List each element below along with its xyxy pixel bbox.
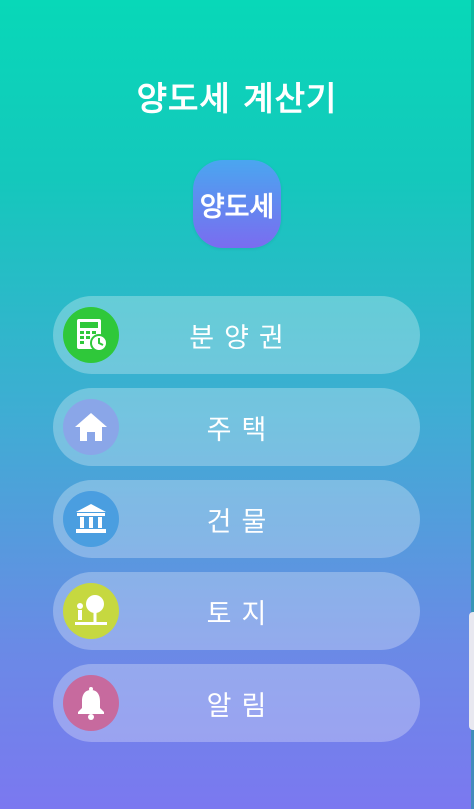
notice-button[interactable]: 알림: [53, 664, 420, 742]
house-icon: [63, 399, 119, 455]
calculator-icon: [63, 307, 119, 363]
land-button[interactable]: 토지: [53, 572, 420, 650]
building-button[interactable]: 건물: [53, 480, 420, 558]
land-label: 토지: [206, 598, 277, 630]
house-label: 주택: [206, 414, 277, 446]
app-logo-text: 양도세: [199, 191, 275, 223]
presale-button[interactable]: 분양권: [53, 296, 420, 374]
presale-label: 분양권: [189, 322, 294, 354]
page-title: 양도세 계산기: [136, 79, 338, 118]
house-button[interactable]: 주택: [53, 388, 420, 466]
app-logo: 양도세: [193, 160, 281, 248]
main-menu: 분양권 주택 건물 토지 알림: [53, 296, 420, 756]
bank-icon: [63, 491, 119, 547]
building-label: 건물: [206, 506, 277, 538]
notice-label: 알림: [206, 690, 277, 722]
scroll-handle[interactable]: [469, 612, 474, 730]
bell-icon: [63, 675, 119, 731]
land-icon: [63, 583, 119, 639]
